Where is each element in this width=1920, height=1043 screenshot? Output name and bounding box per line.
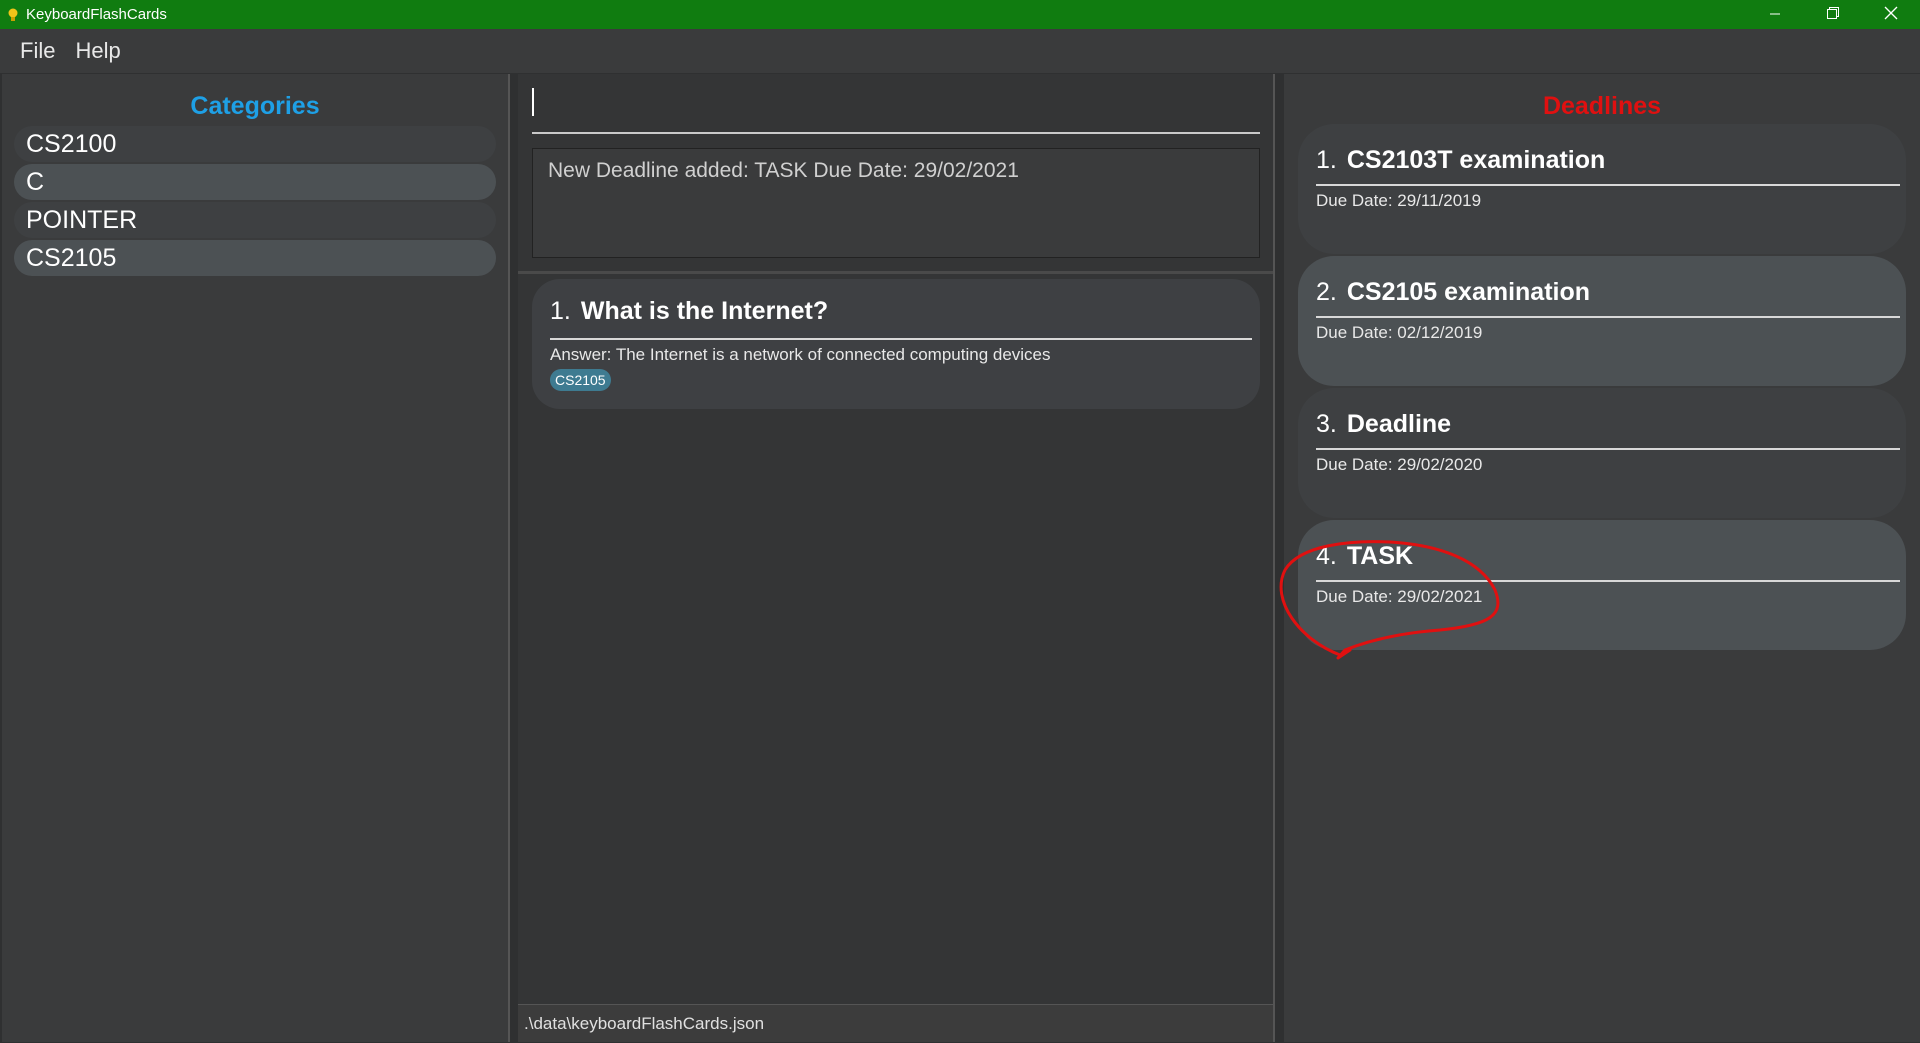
deadline-name: CS2105 examination xyxy=(1346,278,1591,306)
flashcard-question: What is the Internet? xyxy=(580,297,829,325)
status-bar-path: .\data\keyboardFlashCards.json xyxy=(518,1004,1273,1042)
result-display-container: New Deadline added: TASK Due Date: 29/02… xyxy=(518,148,1273,274)
deadline-card[interactable]: 4. TASK Due Date: 29/02/2021 xyxy=(1298,520,1906,650)
deadline-header: 2. CS2105 examination xyxy=(1316,278,1900,318)
deadline-index: 2. xyxy=(1316,278,1337,306)
deadline-card[interactable]: 2. CS2105 examination Due Date: 02/12/201… xyxy=(1298,256,1906,386)
category-item[interactable]: CS2105 xyxy=(14,240,496,276)
deadline-card[interactable]: 3. Deadline Due Date: 29/02/2020 xyxy=(1298,388,1906,518)
close-button[interactable] xyxy=(1862,0,1920,29)
panel-divider[interactable] xyxy=(508,74,510,1042)
deadline-index: 3. xyxy=(1316,410,1337,438)
menu-help[interactable]: Help xyxy=(65,38,130,64)
category-item[interactable]: CS2100 xyxy=(14,126,496,162)
deadline-due-date: Due Date: 02/12/2019 xyxy=(1316,323,1483,342)
deadline-name: TASK xyxy=(1346,542,1414,570)
title-bar: KeyboardFlashCards xyxy=(0,0,1920,29)
command-input[interactable] xyxy=(532,88,1260,134)
categories-title: Categories xyxy=(190,92,320,120)
minimize-icon xyxy=(1769,5,1781,24)
window-controls xyxy=(1746,0,1920,29)
flashcard-header: 1. What is the Internet? xyxy=(550,297,1252,340)
close-icon xyxy=(1884,5,1898,24)
deadline-header: 1. CS2103T examination xyxy=(1316,146,1900,186)
result-display: New Deadline added: TASK Due Date: 29/02… xyxy=(532,148,1260,258)
deadline-due-date: Due Date: 29/02/2020 xyxy=(1316,455,1483,474)
text-caret xyxy=(532,88,534,116)
flashcard[interactable]: 1. What is the Internet? Answer: The Inte… xyxy=(532,279,1260,409)
deadline-due-date: Due Date: 29/11/2019 xyxy=(1316,191,1482,210)
category-item[interactable]: POINTER xyxy=(14,202,496,238)
category-tag: CS2105 xyxy=(550,369,611,391)
menu-file[interactable]: File xyxy=(10,38,65,64)
restore-icon xyxy=(1826,5,1840,24)
minimize-button[interactable] xyxy=(1746,0,1804,29)
deadline-card[interactable]: 1. CS2103T examination Due Date: 29/11/20… xyxy=(1298,124,1906,254)
deadline-name: Deadline xyxy=(1346,410,1452,438)
categories-list: CS2100 C POINTER CS2105 xyxy=(2,126,508,276)
categories-panel: Categories CS2100 C POINTER CS2105 xyxy=(2,74,508,1042)
deadline-name: CS2103T examination xyxy=(1346,146,1606,174)
deadline-header: 3. Deadline xyxy=(1316,410,1900,450)
flashcard-index: 1. xyxy=(550,297,571,325)
deadline-due-date: Due Date: 29/02/2021 xyxy=(1316,587,1483,606)
deadlines-panel: Deadlines 1. CS2103T examination Due Date… xyxy=(1284,74,1920,1042)
menu-bar: File Help xyxy=(0,29,1920,73)
lightbulb-icon xyxy=(4,0,22,29)
deadline-header: 4. TASK xyxy=(1316,542,1900,582)
category-item[interactable]: C xyxy=(14,164,496,200)
deadline-index: 1. xyxy=(1316,146,1337,174)
window-title: KeyboardFlashCards xyxy=(26,6,167,23)
deadline-index: 4. xyxy=(1316,542,1337,570)
panel-divider[interactable] xyxy=(1273,74,1275,1042)
main-panel: New Deadline added: TASK Due Date: 29/02… xyxy=(518,74,1273,1042)
deadlines-title: Deadlines xyxy=(1542,92,1662,120)
flashcard-answer: Answer: The Internet is a network of con… xyxy=(550,345,1051,364)
restore-button[interactable] xyxy=(1804,0,1862,29)
